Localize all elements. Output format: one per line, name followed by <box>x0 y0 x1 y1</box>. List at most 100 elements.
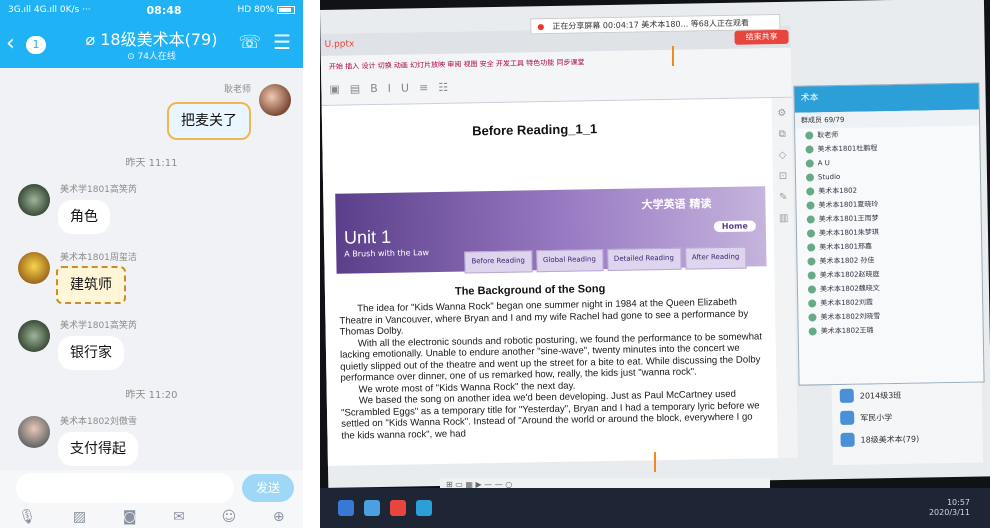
avatar <box>807 243 816 252</box>
camera-icon[interactable]: ◙ <box>123 509 137 525</box>
timestamp: 昨天 11:11 <box>125 158 178 169</box>
message-bubble[interactable]: 银行家 <box>58 336 124 370</box>
avatar[interactable] <box>18 252 50 284</box>
group-icon <box>840 432 855 447</box>
ribbon-toolbar: 开始 插入 设计 切换 动画 幻灯片放映 审阅 视图 安全 开发工具 特色功能 … <box>320 47 792 106</box>
message-bubble[interactable]: 角色 <box>58 200 110 234</box>
avatar <box>807 271 816 280</box>
file-tab[interactable]: U.pptx <box>325 39 355 50</box>
group-icon <box>840 410 855 425</box>
list-item[interactable]: 军民小学 <box>832 405 982 430</box>
avatar <box>808 313 817 322</box>
group-call-icon[interactable]: ☏ <box>238 32 261 53</box>
group-tag-icon: ⌀ <box>85 30 96 49</box>
end-share-button[interactable]: 结束共享 <box>734 29 789 45</box>
copy-icon[interactable]: ⧉ <box>772 129 792 140</box>
avatar <box>805 145 814 154</box>
banner-brand: 大学英语 精读 <box>641 197 712 212</box>
section-heading: The Background of the Song <box>454 283 606 298</box>
ribbon-menu[interactable]: 开始 插入 设计 切换 动画 幻灯片放映 审阅 视图 安全 开发工具 特色功能 … <box>329 57 585 71</box>
new-slide-icon[interactable]: ▤ <box>350 82 361 95</box>
sender-name: 美术本1801周玺洁 <box>60 253 137 263</box>
avatar <box>806 229 816 238</box>
menu-icon[interactable]: ☰ <box>273 30 291 54</box>
article-text: The idea for "Kids Wanna Rock" began one… <box>339 296 766 441</box>
message-bubble[interactable]: 把麦关了 <box>167 102 251 140</box>
slide-title: Before Reading_1_1 <box>472 121 598 139</box>
image-icon[interactable]: ▨ <box>73 509 86 525</box>
list-icon[interactable]: ☷ <box>438 80 448 93</box>
avatar[interactable] <box>18 320 50 352</box>
paragraph: With all the electronic sounds and robot… <box>339 330 763 384</box>
recording-icon: ● <box>537 21 545 31</box>
start-icon[interactable] <box>338 500 354 516</box>
avatar[interactable] <box>18 184 50 216</box>
monitor-photo: U.pptx ● 正在分享屏幕 00:04:17 美术本180... 等68人正… <box>320 0 990 528</box>
avatar <box>807 285 817 294</box>
emoji-icon[interactable]: ☺ <box>222 509 237 525</box>
lock-icon[interactable]: ⊡ <box>773 171 793 182</box>
list-item[interactable]: 2014级3班 <box>832 383 982 408</box>
slide-canvas: Before Reading_1_1 大学英语 精读 Unit 1 A Brus… <box>321 98 778 466</box>
pen-icon[interactable]: ✎ <box>773 192 793 203</box>
avatar <box>808 299 817 308</box>
sender-name: 美术本1802刘傲雪 <box>60 417 137 427</box>
task-app-icon[interactable] <box>364 500 380 516</box>
sender-name: 美术学1801高笑芮 <box>60 185 137 195</box>
tab-after-reading[interactable]: After Reading <box>684 246 747 270</box>
paragraph: We based the song on another idea we'd b… <box>340 388 760 442</box>
system-clock[interactable]: 10:57 2020/3/11 <box>929 498 970 518</box>
timestamp: 昨天 11:20 <box>125 390 178 401</box>
home-button[interactable]: Home <box>713 220 756 233</box>
bold-icon[interactable]: B <box>370 82 378 95</box>
annotation-mark <box>654 452 656 472</box>
underline-icon[interactable]: U <box>401 81 409 94</box>
member-item[interactable]: 美术本1802王璐 <box>799 321 983 338</box>
input-bar: 发送 <box>0 470 303 506</box>
tab-detailed-reading[interactable]: Detailed Reading <box>606 247 682 272</box>
plus-icon[interactable]: ⊕ <box>273 509 285 525</box>
unit-subtitle: A Brush with the Law <box>344 248 430 259</box>
message-bubble[interactable]: 支付得起 <box>58 432 138 466</box>
tab-before-reading[interactable]: Before Reading <box>464 250 533 274</box>
qq-app-icon[interactable] <box>416 500 432 516</box>
qq-member-panel: 术本 群成员 69/79 耿老师 美术本1801杜鹏程 A U Studio 美… <box>793 82 985 386</box>
avatar <box>805 159 814 168</box>
avatar <box>805 173 815 182</box>
avatar <box>806 187 815 196</box>
group-icon <box>839 388 854 403</box>
shape-icon[interactable]: ◇ <box>773 150 793 161</box>
tab-global-reading[interactable]: Global Reading <box>535 249 604 273</box>
panel-title: 术本 <box>794 83 979 113</box>
message-bubble[interactable]: 建筑师 <box>56 266 126 304</box>
align-icon[interactable]: ≡ <box>419 81 428 94</box>
wps-app-icon[interactable] <box>390 500 406 516</box>
sender-name: 耿老师 <box>223 85 251 95</box>
avatar <box>805 131 814 140</box>
avatar <box>806 215 815 224</box>
message-input[interactable] <box>16 473 234 503</box>
avatar <box>808 327 817 336</box>
avatar[interactable] <box>259 84 291 116</box>
list-item[interactable]: 18级美术本(79) <box>832 427 982 452</box>
chart-icon[interactable]: ▥ <box>774 213 794 224</box>
avatar[interactable] <box>18 416 50 448</box>
unit-title: Unit 1 <box>343 226 392 248</box>
avatar <box>807 257 816 266</box>
avatar <box>806 201 815 210</box>
phone-chat-screenshot: 3G.ıll 4G.ıll 0K/s ··· 08:48 HD 80% ‹ 1 … <box>0 0 303 528</box>
gear-icon[interactable]: ⚙ <box>772 108 792 119</box>
sender-name: 美术学1801高笑芮 <box>60 321 137 331</box>
windows-taskbar: 10:57 2020/3/11 <box>320 488 990 528</box>
chat-toolbar: 🎙 ▨ ◙ ✉ ☺ ⊕ <box>0 506 303 528</box>
italic-icon[interactable]: I <box>388 81 391 94</box>
status-left: 3G.ıll 4G.ıll 0K/s ··· <box>8 5 91 15</box>
status-bar: 3G.ıll 4G.ıll 0K/s ··· 08:48 HD 80% <box>0 0 303 20</box>
message-list: 耿老师 把麦关了 昨天 11:11 美术学1801高笑芮 角色 美术本1801周… <box>0 68 303 470</box>
status-right: HD 80% <box>237 5 295 15</box>
mic-icon[interactable]: 🎙 <box>18 509 36 525</box>
red-packet-icon[interactable]: ✉ <box>173 509 185 525</box>
send-button[interactable]: 发送 <box>242 474 294 502</box>
paste-icon[interactable]: ▣ <box>329 82 340 95</box>
qq-chat-list: 2014级3班 军民小学 18级美术本(79) <box>831 382 983 466</box>
